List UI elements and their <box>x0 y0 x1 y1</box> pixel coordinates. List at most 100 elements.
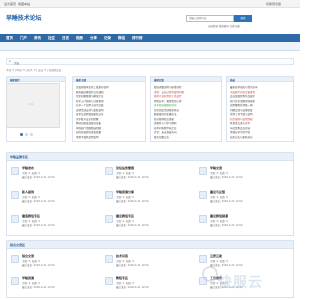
search-input[interactable] <box>186 15 234 22</box>
forum-title[interactable]: 教程专区 <box>116 276 128 280</box>
list-item[interactable]: 经验分享：配置优化心得 <box>154 99 182 103</box>
featured-image[interactable]: 1/1 <box>6 83 60 128</box>
forum-entry[interactable]: 新人报到 主题: 0, 帖数: 0 最后发表: 2020-4-21 12:00 <box>11 189 101 209</box>
nav-blog[interactable]: 日志 <box>62 34 69 42</box>
list-item[interactable]: 会员投稿优秀作品展示 <box>230 94 255 98</box>
watermark-icon <box>202 266 218 282</box>
nav-portal[interactable]: 门户 <box>20 34 27 42</box>
list-item[interactable]: 热门讨论话题持续更新 <box>230 99 255 103</box>
search-button[interactable]: 搜索 <box>234 15 252 22</box>
nav-share[interactable]: 分享 <box>90 34 97 42</box>
forum-entry[interactable]: 建议群组频道 主题: 0, 帖数: 0 最后发表: 2020-4-21 12:0… <box>199 213 289 233</box>
forum-title[interactable]: 建议群组频道 <box>210 214 228 218</box>
list-item[interactable]: 资源分享专区介绍 <box>230 130 250 134</box>
favorite-link[interactable]: 收藏本站 <box>18 2 30 6</box>
login-links[interactable]: 自动登录 找回密码 立即注册 <box>208 24 240 28</box>
ranking-panel: 热帖 最新技术动态与资讯分享 论坛精华内容合集推荐 会员投稿优秀作品展示 热门讨… <box>226 76 294 142</box>
forum-last-post: 最后发表: 2020-4-21 12:00 <box>116 224 149 227</box>
list-item[interactable]: 常见问题整理与解答汇总 <box>76 94 104 98</box>
list-item[interactable]: 最新技术动态与资讯分享 <box>230 85 258 89</box>
slide-dot[interactable] <box>20 133 23 136</box>
list-item[interactable]: 新功能体验反馈帖 <box>154 117 174 121</box>
forum-title[interactable]: 论坛站务管理 <box>116 166 134 170</box>
new-posts-title: 最新主题 <box>76 79 87 82</box>
list-item[interactable]: 实用教程系列第一期 <box>230 103 253 107</box>
list-item[interactable]: 论坛新版本正式上线发布说明 <box>76 85 109 89</box>
forum-icon <box>11 215 19 223</box>
forum-title[interactable]: 建议群组专区 <box>116 214 134 218</box>
set-home-link[interactable]: 设为首页 <box>4 2 16 6</box>
list-item[interactable]: 资源下载区使用说明 <box>76 135 99 139</box>
list-item[interactable]: 新手入门指南与注意事项 <box>76 99 104 103</box>
list-item[interactable]: 问题反馈与处理进度 <box>230 108 253 112</box>
forum-icon <box>105 255 113 263</box>
forum-entry[interactable]: 技术问答 主题: 0, 帖数: 0 最后发表: 2020-4-21 12:00 <box>105 253 195 273</box>
slide-dot[interactable] <box>25 133 28 136</box>
forum-entry[interactable]: 综合交流 主题: 0, 帖数: 0 最后发表: 2020-4-21 12:00 <box>11 253 101 273</box>
forum-entry[interactable]: 教程专区 主题: 0, 帖数: 0 最后发表: 2020-4-21 12:00 <box>105 275 195 295</box>
list-item[interactable]: 技术交流区版规更新公告 <box>76 112 104 116</box>
section-title[interactable]: 早睡品牌专区 <box>10 155 28 159</box>
section-title[interactable]: 综合交流区 <box>10 243 25 247</box>
forum-title[interactable]: 早睡资源分享 <box>116 190 134 194</box>
forum-section: 早睡品牌专区 早睡发布 主题: 0, 帖数: 0 最后发表: 2020-4-21… <box>6 152 294 236</box>
list-item[interactable]: 分享一个实用小技巧合集 <box>76 103 104 107</box>
nav-home[interactable]: 首页 <box>6 34 13 42</box>
home-icon[interactable]: ⌂ <box>9 60 11 63</box>
list-item[interactable]: 技术问答精华帖汇总 <box>154 126 177 130</box>
list-item[interactable]: 本周热门话题精选回顾 <box>76 126 101 130</box>
list-item[interactable]: 版块调整说明与新增分区 <box>154 85 182 89</box>
list-item[interactable]: 社区规则与使用须知 <box>230 117 253 121</box>
slide-dot[interactable] <box>30 133 33 136</box>
list-item[interactable]: 讨论：未来发展方向 <box>154 130 177 134</box>
forum-entry[interactable]: 建造群组专区 主题: 0, 帖数: 0 最后发表: 2020-4-21 12:0… <box>11 213 101 233</box>
list-item[interactable]: 推荐几款好用的工具软件 <box>154 94 182 98</box>
forum-last-post: 最后发表: 2020-4-21 12:00 <box>22 286 55 289</box>
nav-record[interactable]: 记录 <box>104 34 111 42</box>
forum-entry[interactable]: 建议与反馈 主题: 0, 帖数: 0 最后发表: 2020-4-21 12:00 <box>199 189 289 209</box>
forum-entry[interactable]: 早睡资源分享 主题: 0, 帖数: 0 最后发表: 2020-4-21 12:0… <box>105 189 195 209</box>
forum-icon <box>11 277 19 285</box>
forum-title[interactable]: 早睡资源 <box>22 276 34 280</box>
list-item[interactable]: 论坛精华内容合集推荐 <box>230 90 255 94</box>
list-item[interactable]: 开发者交流与合作 <box>230 121 250 125</box>
forum-entry[interactable]: 早睡资源 主题: 0, 帖数: 0 最后发表: 2020-4-21 12:00 <box>11 275 101 295</box>
list-item[interactable]: 近期活动安排与奖励说明 <box>76 108 104 112</box>
forum-entry[interactable]: 建议群组专区 主题: 0, 帖数: 0 最后发表: 2020-4-21 12:0… <box>105 213 195 233</box>
nav-ranking[interactable]: 排行榜 <box>132 34 143 42</box>
breadcrumb-item[interactable]: 论坛 <box>14 61 19 65</box>
list-item[interactable]: 求助：安装过程中遇到问题 <box>154 90 184 94</box>
list-item[interactable]: 数据备份的正确方法 <box>154 112 177 116</box>
list-item[interactable]: 年度优秀会员评选 <box>230 126 250 130</box>
forum-title[interactable]: 互帮互助 <box>210 254 222 258</box>
list-item[interactable]: 网站功能改进建议征集 <box>76 121 101 125</box>
list-item[interactable]: 关于账号安全的提醒 <box>76 117 99 121</box>
list-item[interactable]: 服务器迁移维护公告通知 <box>76 90 104 94</box>
list-item[interactable]: 关于积分规则的讨论 <box>154 103 177 107</box>
list-item[interactable]: 社区周边活动报名开启 <box>154 108 179 112</box>
forum-entry[interactable]: 早睡交流 主题: 0, 帖数: 0 最后发表: 2020-4-21 12:00 <box>199 165 289 185</box>
nav-news[interactable]: 资讯 <box>34 34 41 42</box>
forum-title[interactable]: 建议与反馈 <box>210 190 225 194</box>
new-posts-panel: 最新主题 论坛新版本正式上线发布说明 服务器迁移维护公告通知 常见问题整理与解答… <box>72 76 146 142</box>
nav-group[interactable]: 群组 <box>118 34 125 42</box>
list-item[interactable]: 版主招募公告 <box>154 135 169 139</box>
list-item[interactable]: 站务公告与更新日志 <box>230 135 253 139</box>
site-logo[interactable]: 早睡技术论坛 <box>6 13 42 22</box>
switch-width-link[interactable]: 切换到窄版 <box>266 2 281 6</box>
forum-title[interactable]: 建造群组专区 <box>22 214 40 218</box>
nav-album[interactable]: 相册 <box>76 34 83 42</box>
list-item[interactable]: 如何快速提升发帖质量 <box>76 130 101 134</box>
forum-icon <box>11 255 19 263</box>
list-item[interactable]: 常用工具下载与说明 <box>230 112 253 116</box>
forum-title[interactable]: 早睡交流 <box>210 166 222 170</box>
forum-title[interactable]: 新人报到 <box>22 190 34 194</box>
slide-indicator[interactable] <box>20 133 40 137</box>
forum-entry[interactable]: 论坛站务管理 主题: 0, 帖数: 0 最后发表: 2020-4-21 12:0… <box>105 165 195 185</box>
forum-entry[interactable]: 早睡发布 主题: 0, 帖数: 0 最后发表: 2020-4-21 12:00 <box>11 165 101 185</box>
forum-title[interactable]: 综合交流 <box>22 254 34 258</box>
list-item[interactable]: 求推荐入门学习资料 <box>154 121 177 125</box>
nav-community[interactable]: 社区 <box>48 34 55 42</box>
forum-title[interactable]: 技术问答 <box>116 254 128 258</box>
forum-title[interactable]: 早睡发布 <box>22 166 34 170</box>
